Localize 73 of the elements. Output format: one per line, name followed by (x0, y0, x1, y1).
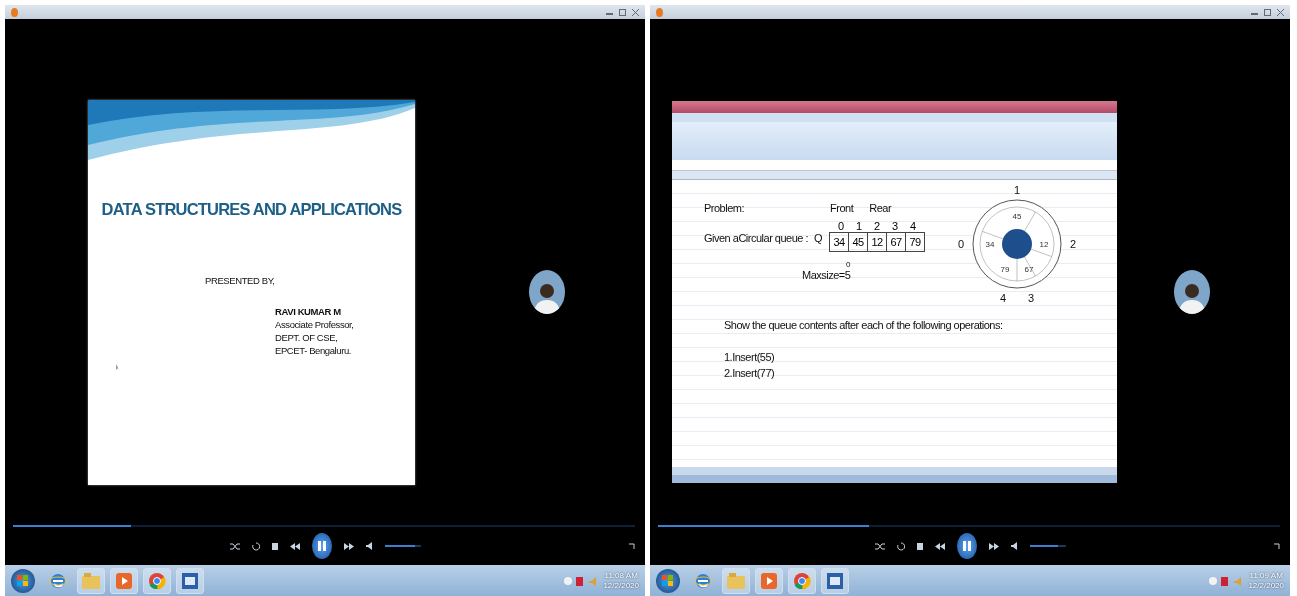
fullscreen-icon[interactable] (1274, 543, 1280, 549)
slot-index: 4 (999, 292, 1007, 304)
speaker-icon[interactable] (365, 542, 373, 550)
app-icon[interactable] (176, 567, 204, 594)
app-logo-icon (656, 7, 663, 17)
speaker-icon[interactable] (1010, 542, 1018, 550)
restore-icon[interactable] (1264, 8, 1271, 16)
stop-icon[interactable] (916, 542, 923, 550)
maxsize-label: Maxsize=5 (802, 269, 851, 281)
previous-icon[interactable] (289, 542, 300, 550)
close-icon[interactable] (1277, 8, 1284, 16)
next-icon[interactable] (988, 542, 999, 550)
pause-button[interactable] (956, 533, 977, 559)
presenter-name: RAVI KUMAR M (275, 305, 342, 317)
index-label: 1 (854, 220, 864, 232)
slot-value: 12 (1039, 240, 1049, 249)
presenter-detail: EPCET- Bengaluru. (275, 344, 353, 356)
queue-cell: 79 (905, 232, 926, 252)
presenter-detail: Associate Professor, (275, 318, 355, 330)
slot-index: 3 (1027, 292, 1035, 304)
restore-icon[interactable] (619, 8, 626, 16)
slot-index: 0 (957, 238, 965, 250)
operation-item: 2.Insert(77) (724, 367, 775, 379)
problem-label: Problem: (704, 202, 745, 214)
fullscreen-icon[interactable] (629, 543, 635, 549)
chrome-icon[interactable] (143, 567, 171, 594)
next-icon[interactable] (343, 542, 354, 550)
windows-logo-icon[interactable] (656, 568, 680, 593)
rear-label: Rear (869, 202, 892, 214)
slot-index: 2 (1069, 238, 1077, 250)
index-label: 4 (908, 220, 918, 232)
play-icon[interactable] (110, 567, 138, 594)
instruction-text: Show the queue contents after each of the following operations: (724, 319, 1003, 331)
stop-icon[interactable] (271, 542, 278, 550)
shuffle-icon[interactable] (874, 541, 885, 551)
queue-label: Given aCircular queue : (704, 232, 809, 244)
queue-name: Q (814, 232, 823, 244)
index-label: 3 (890, 220, 900, 232)
queue-cell: 67 (886, 232, 907, 252)
clock[interactable]: 11:08 AM 12/2/2020 (603, 570, 639, 591)
repeat-icon[interactable] (251, 541, 260, 551)
slide-title: DATA STRUCTURES AND APPLICATIONS (101, 199, 402, 219)
avatar (1174, 270, 1210, 314)
index-label: 0 (836, 220, 846, 232)
cursor-icon (116, 363, 121, 371)
pause-icon (962, 541, 971, 551)
presented-by: PRESENTED BY, (205, 274, 276, 286)
clock[interactable]: 11:09 AM 12/2/2020 (1248, 570, 1284, 591)
app-logo-icon (11, 7, 18, 17)
queue-cell: 45 (848, 232, 869, 252)
play-icon[interactable] (755, 567, 783, 594)
front-label: Front (830, 202, 854, 214)
index-label: 2 (872, 220, 882, 232)
previous-icon[interactable] (934, 542, 945, 550)
pause-icon (317, 541, 326, 551)
presenter-detail: DEPT. OF CSE, (275, 331, 339, 343)
app-icon[interactable] (821, 567, 849, 594)
pause-button[interactable] (311, 533, 332, 559)
windows-logo-icon[interactable] (11, 568, 35, 593)
slot-value: 79 (1000, 265, 1010, 274)
repeat-icon[interactable] (896, 541, 905, 551)
slot-value: 67 (1024, 265, 1034, 274)
chrome-icon[interactable] (788, 567, 816, 594)
slot-value: 45 (1012, 212, 1022, 221)
slot-value: 34 (985, 240, 995, 249)
close-icon[interactable] (632, 8, 639, 16)
avatar (529, 270, 565, 314)
slot-index: 1 (1013, 184, 1021, 196)
marker-label: 0 (846, 260, 850, 269)
shuffle-icon[interactable] (229, 541, 240, 551)
queue-cell: 34 (829, 232, 850, 252)
operation-item: 1.Insert(55) (724, 351, 775, 363)
queue-cell: 12 (867, 232, 888, 252)
